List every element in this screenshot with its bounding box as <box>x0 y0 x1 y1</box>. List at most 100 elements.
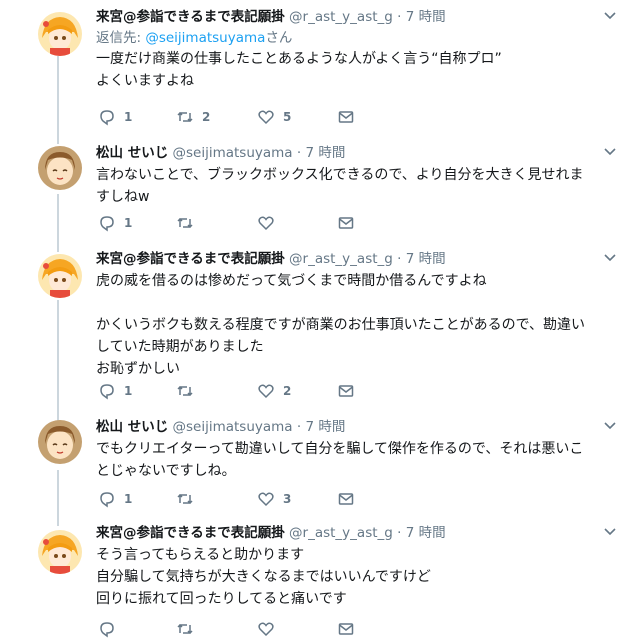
reply-count: 1 <box>124 110 133 124</box>
replying-to: 返信先: @seijimatsuyamaさん <box>96 28 617 48</box>
heart-icon <box>258 622 274 637</box>
tweet-text: 言わないことで、ブラックボックス化できるので、より自分を大きく見せれま すしねw <box>96 167 584 205</box>
reply-count: 1 <box>124 384 133 398</box>
user-handle[interactable]: @seijimatsuyama <box>173 145 293 161</box>
envelope-icon <box>338 111 354 123</box>
like-button[interactable] <box>257 620 283 638</box>
retweet-button[interactable] <box>176 490 202 508</box>
envelope-icon <box>338 217 354 229</box>
reply-button[interactable] <box>98 620 124 638</box>
heart-icon <box>258 492 274 507</box>
like-button[interactable] <box>257 214 283 232</box>
thread-connector <box>57 300 59 422</box>
separator-dot: · <box>296 145 302 161</box>
avatar[interactable] <box>38 146 82 190</box>
separator-dot: · <box>397 251 402 267</box>
reply-button[interactable]: 1 <box>98 108 132 126</box>
retweet-button[interactable] <box>176 382 202 400</box>
tweet-actions: 1 2 <box>96 382 396 400</box>
envelope-icon <box>338 623 354 635</box>
retweet-button[interactable] <box>176 214 202 232</box>
timestamp[interactable]: 7 時間 <box>406 251 446 267</box>
like-button[interactable]: 5 <box>257 108 291 126</box>
like-count: 5 <box>283 110 292 124</box>
retweet-icon <box>177 623 193 635</box>
separator-dot: · <box>296 419 302 435</box>
retweet-icon <box>177 111 193 123</box>
user-handle[interactable]: @r_ast_y_ast_g <box>289 9 393 25</box>
tweet-header: 松山 せいじ @seijimatsuyama · 7 時間 <box>96 418 617 436</box>
chevron-down-icon[interactable] <box>603 418 617 432</box>
thread-connector <box>57 56 59 144</box>
display-name[interactable]: 松山 せいじ <box>96 145 168 161</box>
retweet-icon <box>177 385 193 397</box>
reply-suffix: さん <box>265 30 293 46</box>
chevron-down-icon[interactable] <box>603 524 617 538</box>
direct-message-button[interactable] <box>337 490 355 508</box>
timestamp[interactable]: 7 時間 <box>406 9 446 25</box>
separator-dot: · <box>397 525 402 541</box>
tweet-header: 松山 せいじ @seijimatsuyama · 7 時間 <box>96 144 617 162</box>
avatar[interactable] <box>38 254 82 298</box>
reply-button[interactable]: 1 <box>98 490 132 508</box>
reply-icon <box>100 384 114 400</box>
reply-button[interactable]: 1 <box>98 382 132 400</box>
avatar[interactable] <box>38 12 82 56</box>
tweet-text: でもクリエイターって勘違いして自分を騙して傑作を作るので、それは悪いこ とじゃな… <box>96 441 584 479</box>
retweet-icon <box>177 493 193 505</box>
display-name[interactable]: 来宮@参詣できるまで表記願掛 <box>96 251 285 267</box>
display-name[interactable]: 来宮@参詣できるまで表記願掛 <box>96 525 285 541</box>
display-name[interactable]: 松山 せいじ <box>96 419 168 435</box>
timestamp[interactable]: 7 時間 <box>406 525 446 541</box>
user-handle[interactable]: @r_ast_y_ast_g <box>289 525 393 541</box>
avatar[interactable] <box>38 530 82 574</box>
reply-icon <box>100 492 114 508</box>
like-button[interactable]: 3 <box>257 490 291 508</box>
retweet-button[interactable] <box>176 620 202 638</box>
retweet-button[interactable]: 2 <box>176 108 210 126</box>
direct-message-button[interactable] <box>337 214 355 232</box>
timestamp[interactable]: 7 時間 <box>305 419 345 435</box>
direct-message-button[interactable] <box>337 108 355 126</box>
tweet-text: 虎の威を借るのは惨めだって気づくまで時間か借るんですよね かくいうボクも数える程… <box>96 273 586 377</box>
reply-button[interactable]: 1 <box>98 214 132 232</box>
heart-icon <box>258 110 274 125</box>
reply-count: 1 <box>124 492 133 506</box>
chevron-down-icon[interactable] <box>603 144 617 158</box>
reply-handle-link[interactable]: @seijimatsuyama <box>145 30 265 46</box>
user-handle[interactable]: @r_ast_y_ast_g <box>289 251 393 267</box>
tweet-actions <box>96 620 396 638</box>
retweet-icon <box>177 217 193 229</box>
chevron-down-icon[interactable] <box>603 250 617 264</box>
direct-message-button[interactable] <box>337 620 355 638</box>
tweet-actions: 1 3 <box>96 490 396 508</box>
direct-message-button[interactable] <box>337 382 355 400</box>
like-count: 2 <box>283 384 292 398</box>
timestamp[interactable]: 7 時間 <box>305 145 345 161</box>
tweet-header: 来宮@参詣できるまで表記願掛 @r_ast_y_ast_g · 7 時間 <box>96 250 617 268</box>
separator-dot: · <box>397 9 402 25</box>
reply-icon <box>100 110 114 126</box>
display-name[interactable]: 来宮@参詣できるまで表記願掛 <box>96 9 285 25</box>
envelope-icon <box>338 385 354 397</box>
avatar[interactable] <box>38 420 82 464</box>
heart-icon <box>258 384 274 399</box>
chevron-down-icon[interactable] <box>603 8 617 22</box>
thread-connector <box>57 470 59 526</box>
tweet-actions: 1 2 5 <box>96 108 396 126</box>
tweet-text: そう言ってもらえると助かります 自分騙して気持ちが大きくなるまではいいんですけど… <box>96 547 431 607</box>
reply-icon <box>100 216 114 232</box>
like-button[interactable]: 2 <box>257 382 291 400</box>
retweet-count: 2 <box>202 110 211 124</box>
thread-connector <box>57 194 59 252</box>
user-handle[interactable]: @seijimatsuyama <box>173 419 293 435</box>
tweet-header: 来宮@参詣できるまで表記願掛 @r_ast_y_ast_g · 7 時間 <box>96 8 617 26</box>
reply-prefix: 返信先: <box>96 30 146 46</box>
heart-icon <box>258 216 274 231</box>
tweet-header: 来宮@参詣できるまで表記願掛 @r_ast_y_ast_g · 7 時間 <box>96 524 617 542</box>
reply-count: 1 <box>124 216 133 230</box>
tweet-text: 一度だけ商業の仕事したことあるような人がよく言う“自称プロ” よくいますよね <box>96 51 502 89</box>
envelope-icon <box>338 493 354 505</box>
like-count: 3 <box>283 492 292 506</box>
tweet-actions: 1 <box>96 214 396 232</box>
